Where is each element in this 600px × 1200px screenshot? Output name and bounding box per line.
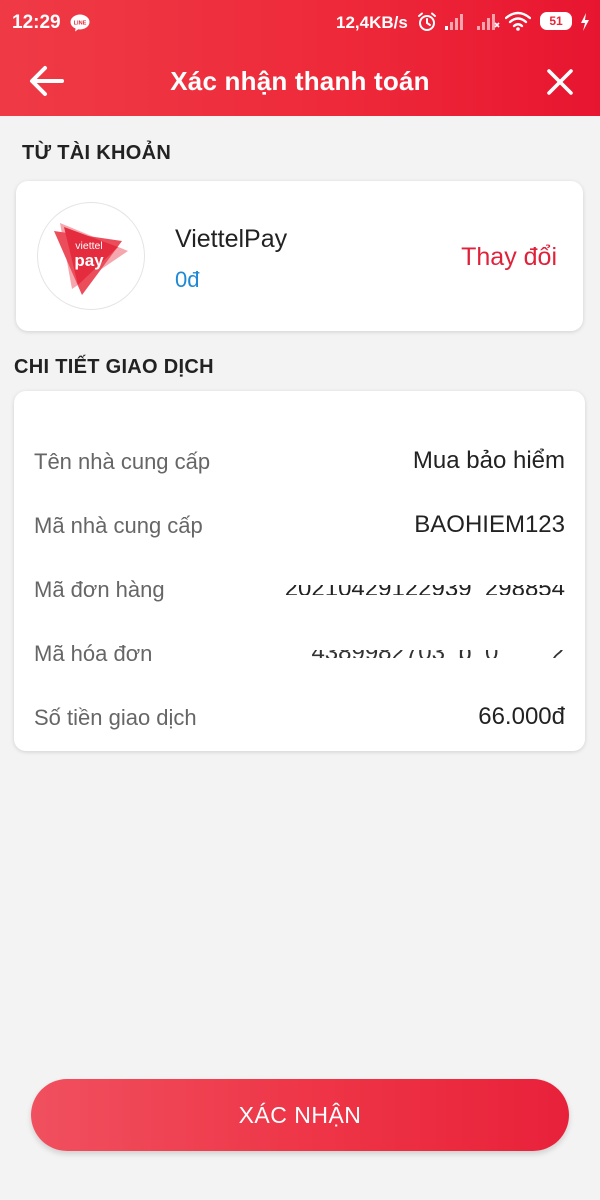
line-badge-text: LINE xyxy=(74,21,87,27)
detail-label: Mã nhà cung cấp xyxy=(34,513,203,538)
logo-text-bottom: pay xyxy=(74,251,104,270)
detail-row-amount: Số tiền giao dịch 66.000đ xyxy=(34,697,565,737)
detail-label: Số tiền giao dịch xyxy=(34,705,197,730)
status-time: 12:29 xyxy=(12,12,61,33)
signal-icon xyxy=(444,13,466,36)
alarm-icon xyxy=(417,12,437,37)
details-section-title: CHI TIẾT GIAO DỊCH xyxy=(14,356,214,378)
wifi-icon xyxy=(504,11,532,36)
app-bar: Xác nhận thanh toán xyxy=(0,46,600,116)
detail-label: Tên nhà cung cấp xyxy=(34,449,211,474)
charging-bolt-icon xyxy=(580,13,590,36)
detail-row-order-id: Mã đơn hàng 20210429122939_298854 xyxy=(34,569,565,609)
detail-row-provider-name: Tên nhà cung cấp Mua bảo hiểm xyxy=(34,441,565,481)
detail-row-invoice-id: Mã hóa đơn 4389982703_b_0 2 xyxy=(34,633,565,673)
signal-secondary-icon xyxy=(476,13,500,36)
battery-indicator: 51 xyxy=(540,12,572,30)
transaction-details-card: Tên nhà cung cấp Mua bảo hiểm Mã nhà cun… xyxy=(14,391,585,751)
confirm-button[interactable]: XÁC NHẬN xyxy=(31,1079,569,1151)
change-account-link[interactable]: Thay đổi xyxy=(461,243,557,272)
detail-label: Mã hóa đơn xyxy=(34,641,153,666)
account-section-title: TỪ TÀI KHOẢN xyxy=(22,142,172,164)
detail-value: BAOHIEM123 xyxy=(414,511,565,538)
detail-value: 20210429122939_298854 xyxy=(284,575,565,602)
detail-value: Mua bảo hiểm xyxy=(412,447,565,474)
network-speed: 12,4KB/s xyxy=(336,13,408,32)
account-card: viettel pay ViettelPay 0đ Thay đổi xyxy=(16,181,583,331)
header: 12:29 LINE 12,4KB/s 51 Xác nhận thanh to… xyxy=(0,0,600,116)
line-app-icon: LINE xyxy=(70,14,90,37)
account-balance: 0đ xyxy=(175,267,200,292)
page-title: Xác nhận thanh toán xyxy=(170,66,430,96)
detail-row-provider-code: Mã nhà cung cấp BAOHIEM123 xyxy=(34,505,565,545)
account-name: ViettelPay xyxy=(175,225,288,253)
status-bar: 12:29 LINE 12,4KB/s 51 xyxy=(0,0,600,46)
detail-label: Mã đơn hàng xyxy=(34,577,165,602)
detail-value: 4389982703_b_0 2 xyxy=(311,639,565,666)
detail-value: 66.000đ xyxy=(478,703,565,730)
viettelpay-logo: viettel pay xyxy=(37,202,145,310)
close-icon[interactable] xyxy=(544,66,576,98)
